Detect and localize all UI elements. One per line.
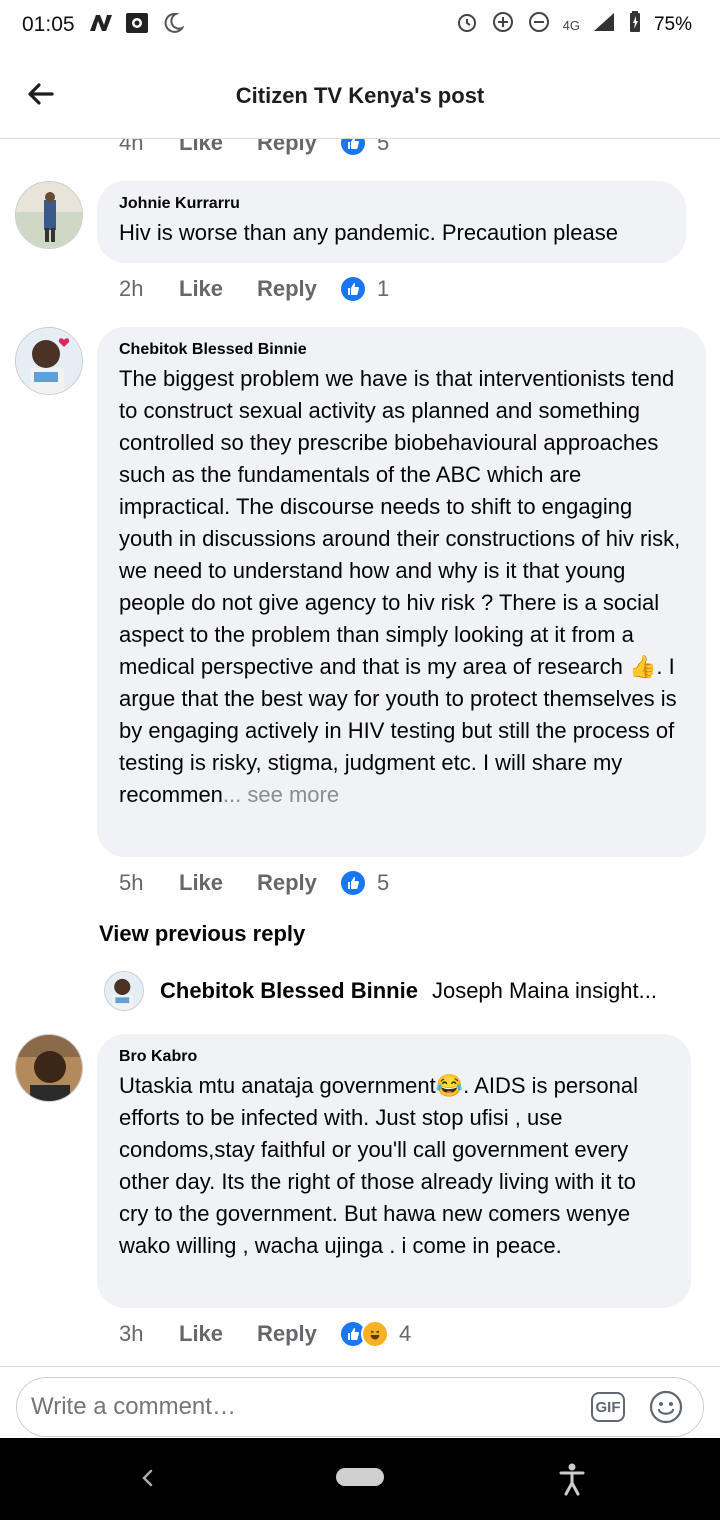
post-header: Citizen TV Kenya's post xyxy=(0,50,720,139)
comment-input[interactable] xyxy=(29,1392,553,1422)
comment-text-part: Utaskia mtu anataja government xyxy=(119,1073,436,1098)
reaction-count: 4 xyxy=(399,1321,412,1346)
comment-actions: 3h Like Reply 4 xyxy=(119,1320,411,1348)
like-button[interactable]: Like xyxy=(179,870,257,896)
nav-back-icon[interactable] xyxy=(134,1464,162,1492)
moon-icon xyxy=(160,10,186,36)
haha-reaction-icon xyxy=(361,1320,389,1348)
comment-actions: 2h Like Reply 1 xyxy=(119,275,389,303)
like-reaction-icon xyxy=(339,275,367,303)
network-icon: 4G xyxy=(562,17,580,33)
dnd-icon xyxy=(527,10,551,40)
reply-preview[interactable]: Chebitok Blessed Binnie Joseph Maina ins… xyxy=(104,971,657,1011)
reaction-count: 5 xyxy=(377,139,390,155)
data-saver-icon xyxy=(491,10,515,40)
laughing-emoji-icon: 😂 xyxy=(435,1073,464,1098)
comment-text: Utaskia mtu anataja government😂. AIDS is… xyxy=(119,1070,669,1262)
emoji-icon[interactable] xyxy=(649,1390,683,1424)
reaction-icons[interactable] xyxy=(339,139,367,157)
system-nav-bar xyxy=(0,1438,720,1520)
reaction-count: 5 xyxy=(377,870,390,895)
page-title: Citizen TV Kenya's post xyxy=(235,83,485,108)
nav-home-pill-icon[interactable] xyxy=(336,1468,384,1486)
accessibility-icon[interactable] xyxy=(558,1462,586,1496)
comment-author[interactable]: Chebitok Blessed Binnie xyxy=(119,341,684,359)
comment-text-part: The biggest problem we have is that inte… xyxy=(119,366,681,679)
avatar[interactable] xyxy=(15,181,83,249)
like-button[interactable]: Like xyxy=(179,276,257,302)
comment-actions: 5h Like Reply 5 xyxy=(119,869,389,897)
reply-button[interactable]: Reply xyxy=(257,1321,339,1347)
reply-button[interactable]: Reply xyxy=(257,139,339,156)
like-reaction-icon xyxy=(339,869,367,897)
comment-bubble[interactable]: Johnie Kurrarru Hiv is worse than any pa… xyxy=(97,181,686,263)
comment-time: 2h xyxy=(119,276,144,301)
n-icon xyxy=(88,10,114,36)
reaction-icons[interactable] xyxy=(339,275,367,303)
reply-snippet: Joseph Maina insight... xyxy=(431,978,657,1003)
comment-time: 4h xyxy=(119,139,144,155)
comment-bubble[interactable]: Bro Kabro Utaskia mtu anataja government… xyxy=(97,1034,691,1308)
like-reaction-icon xyxy=(339,139,367,157)
reaction-icons[interactable] xyxy=(339,1320,389,1348)
avatar[interactable] xyxy=(15,1034,83,1102)
comment-time: 5h xyxy=(119,870,144,895)
gif-icon[interactable]: GIF xyxy=(591,1392,625,1422)
reaction-icons[interactable] xyxy=(339,869,367,897)
signal-icon xyxy=(592,11,616,39)
avatar[interactable] xyxy=(104,971,144,1011)
reaction-count: 1 xyxy=(377,276,390,301)
alarm-icon xyxy=(455,10,479,40)
comment-input-box[interactable]: GIF xyxy=(16,1377,704,1437)
comment-time: 3h xyxy=(119,1321,144,1346)
battery-percent: 75% xyxy=(653,14,692,35)
reply-button[interactable]: Reply xyxy=(257,276,339,302)
avatar[interactable] xyxy=(15,327,83,395)
reply-author[interactable]: Chebitok Blessed Binnie xyxy=(160,978,418,1004)
photo-icon xyxy=(124,10,150,36)
reply-button[interactable]: Reply xyxy=(257,870,339,896)
comment-text: The biggest problem we have is that inte… xyxy=(119,363,684,811)
comment-actions-partial: 4h Like Reply 5 xyxy=(119,139,389,157)
like-button[interactable]: Like xyxy=(179,1321,257,1347)
comment-bubble[interactable]: Chebitok Blessed Binnie The biggest prob… xyxy=(97,327,706,857)
comments-feed[interactable]: 4h Like Reply 5 Johnie Kurrarru Hiv is w… xyxy=(0,139,720,1365)
status-bar: 01:05 4G 75% xyxy=(0,0,720,50)
battery-icon xyxy=(628,10,642,40)
see-more-link[interactable]: ... see more xyxy=(223,782,339,807)
thumbs-up-emoji-icon: 👍 xyxy=(628,654,657,679)
status-time: 01:05 xyxy=(22,13,75,36)
comment-author[interactable]: Johnie Kurrarru xyxy=(119,195,664,213)
comment-composer: GIF xyxy=(0,1366,720,1439)
view-previous-reply-link[interactable]: View previous reply xyxy=(99,921,305,947)
comment-text-part: . AIDS is personal efforts to be infecte… xyxy=(119,1073,639,1258)
comment-text: Hiv is worse than any pandemic. Precauti… xyxy=(119,220,618,245)
comment-author[interactable]: Bro Kabro xyxy=(119,1048,669,1066)
like-button[interactable]: Like xyxy=(179,139,257,156)
